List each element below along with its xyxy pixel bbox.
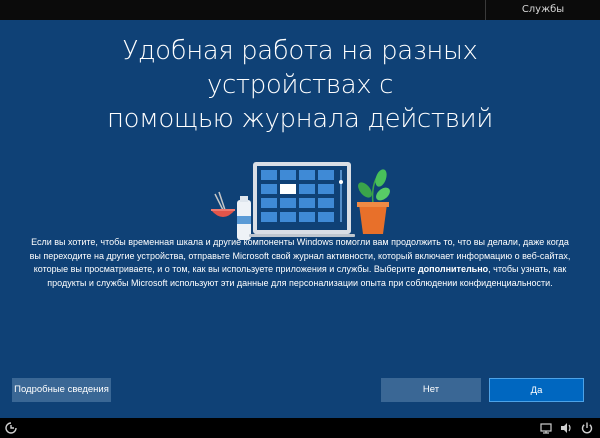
page-title: Удобная работа на разных устройствах с п… (40, 34, 560, 136)
top-bar: Службы (0, 0, 600, 20)
devices-illustration-icon (211, 162, 390, 240)
bowl-icon (211, 191, 235, 217)
accessibility-icon[interactable] (4, 421, 18, 435)
title-line-1: Удобная работа на разных устройствах с (122, 36, 478, 100)
no-button[interactable]: Нет (381, 378, 481, 402)
learn-more-button[interactable]: Подробные сведения (12, 378, 111, 402)
title-line-2: помощью журнала действий (107, 104, 493, 134)
oobe-panel: Удобная работа на разных устройствах с п… (0, 20, 600, 418)
description-text: Если вы хотите, чтобы временная шкала и … (26, 236, 574, 290)
plant-icon (357, 169, 390, 234)
bottom-bar (0, 418, 600, 438)
yes-button[interactable]: Да (489, 378, 584, 402)
services-tab[interactable]: Службы (485, 0, 600, 20)
network-icon[interactable] (539, 421, 553, 435)
laptop-icon (249, 162, 355, 237)
power-icon[interactable] (580, 421, 594, 435)
additional-link-text: дополнительно (417, 264, 489, 274)
bottle-icon (237, 196, 251, 240)
volume-icon[interactable] (559, 421, 573, 435)
